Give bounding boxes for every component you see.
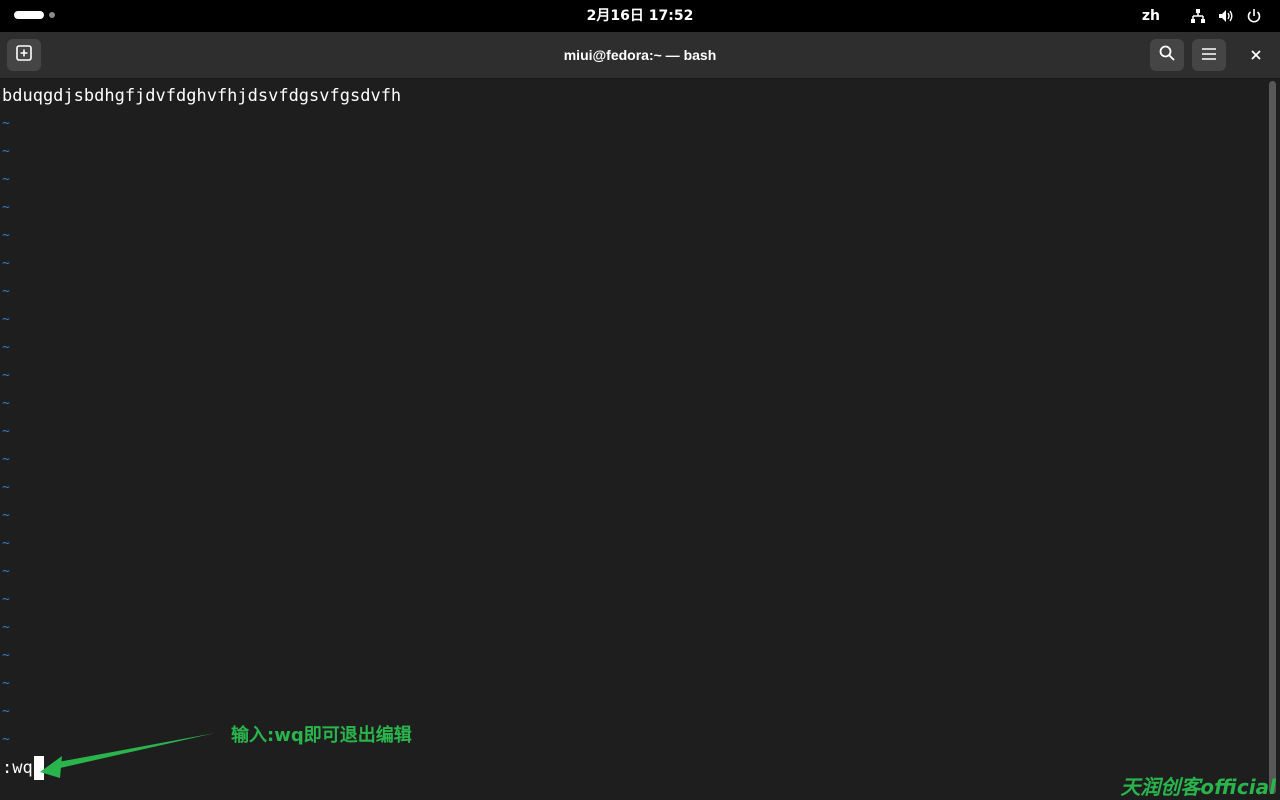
empty-line-marker: ~: [2, 424, 10, 439]
new-tab-button[interactable]: [7, 39, 41, 71]
search-button[interactable]: [1150, 39, 1184, 71]
vim-command-text: :wq: [2, 758, 33, 778]
vim-command-line[interactable]: :wq: [2, 754, 44, 782]
empty-line-marker: ~: [2, 256, 10, 271]
close-window-button[interactable]: [1240, 39, 1272, 71]
empty-line-marker: ~: [2, 508, 10, 523]
empty-line-marker: ~: [2, 648, 10, 663]
system-tray[interactable]: zh: [1142, 0, 1280, 32]
network-icon: [1190, 8, 1206, 24]
empty-line-marker: ~: [2, 396, 10, 411]
input-language[interactable]: zh: [1142, 8, 1160, 24]
empty-line-marker: ~: [2, 228, 10, 243]
workspace-dot-indicator: [49, 12, 55, 18]
power-icon: [1246, 8, 1262, 24]
terminal-titlebar: miui@fedora:~ — bash: [0, 32, 1280, 79]
new-tab-icon: [15, 44, 33, 66]
empty-line-marker: ~: [2, 144, 10, 159]
empty-line-marker: ~: [2, 200, 10, 215]
terminal-area[interactable]: bduqgdjsbdhgfjdvfdghvfhjdsvfdgsvfgsdvfh …: [0, 79, 1266, 800]
volume-icon: [1218, 8, 1234, 24]
empty-line-marker: ~: [2, 564, 10, 579]
empty-line-marker: ~: [2, 116, 10, 131]
watermark: 天润创客official: [1120, 775, 1276, 799]
empty-line-marker: ~: [2, 172, 10, 187]
empty-line-marker: ~: [2, 340, 10, 355]
clock[interactable]: 2月16日 17:52: [0, 0, 1280, 32]
empty-line-marker: ~: [2, 704, 10, 719]
empty-line-marker: ~: [2, 620, 10, 635]
text-cursor: [33, 756, 44, 780]
terminal-scrollbar[interactable]: [1269, 81, 1276, 794]
empty-line-marker: ~: [2, 368, 10, 383]
empty-line-marker: ~: [2, 452, 10, 467]
search-icon: [1158, 44, 1176, 66]
empty-line-marker: ~: [2, 732, 10, 747]
system-top-bar: 2月16日 17:52 zh: [0, 0, 1280, 32]
empty-line-marker: ~: [2, 284, 10, 299]
empty-line-marker: ~: [2, 676, 10, 691]
editor-text-line[interactable]: bduqgdjsbdhgfjdvfdghvfhjdsvfdgsvfgsdvfh: [2, 82, 401, 110]
empty-line-marker: ~: [2, 536, 10, 551]
empty-line-marker: ~: [2, 592, 10, 607]
empty-line-marker: ~: [2, 480, 10, 495]
hamburger-menu-icon: [1201, 46, 1217, 65]
window-title: miui@fedora:~ — bash: [563, 47, 717, 63]
activities-indicator[interactable]: [14, 11, 55, 19]
annotation-text: 输入:wq即可退出编辑: [231, 725, 412, 746]
menu-button[interactable]: [1192, 39, 1226, 71]
close-icon: [1250, 46, 1262, 65]
empty-line-marker: ~: [2, 312, 10, 327]
workspace-active-indicator: [14, 11, 44, 19]
